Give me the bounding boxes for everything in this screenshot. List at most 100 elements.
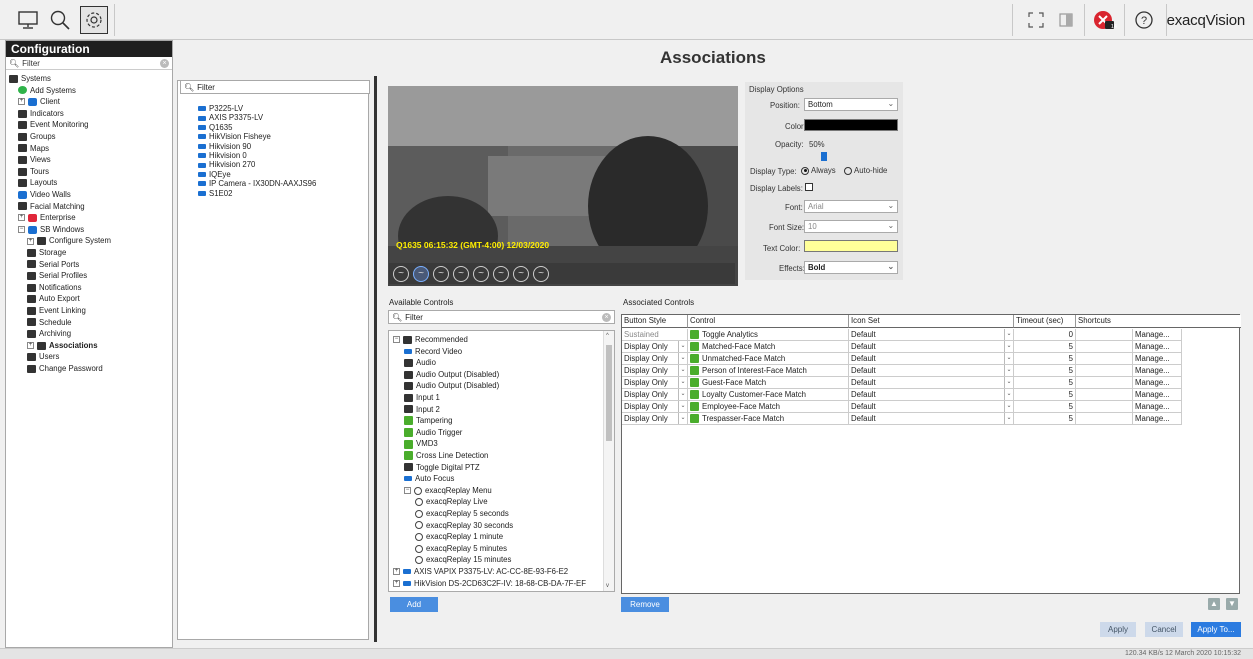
expand-icon[interactable]: − — [18, 226, 25, 234]
tree-item[interactable]: Change Password — [27, 363, 103, 375]
tree-item[interactable]: + Configure System — [27, 235, 111, 247]
expand-icon[interactable]: + — [18, 98, 25, 106]
table-row[interactable]: Display Only ⌄ Person of Interest-Face Mat… — [622, 365, 1239, 377]
table-row[interactable]: Display Only ⌄ Employee-Face Match Default ⌄… — [622, 401, 1239, 413]
manage-cell[interactable]: Manage... — [1133, 413, 1182, 425]
tree-item[interactable]: Serial Profiles — [27, 270, 87, 282]
tree-item[interactable]: Views — [18, 154, 51, 166]
remove-button[interactable]: Remove — [621, 597, 669, 612]
search-icon[interactable] — [46, 6, 74, 34]
config-filter-input[interactable]: 🔍︎ Filter × — [6, 57, 172, 70]
timeout-cell[interactable]: 0 — [1014, 329, 1076, 341]
tree-item[interactable]: + Client — [18, 96, 60, 108]
button-style-cell[interactable]: Display Only ⌄ — [622, 353, 688, 365]
tree-item[interactable]: Schedule — [27, 317, 72, 329]
control-item[interactable]: exacqReplay 5 minutes — [415, 543, 507, 555]
chevron-down-icon[interactable]: ⌄ — [678, 401, 687, 412]
notification-icon[interactable]: 14 — [1090, 6, 1118, 34]
control-cell[interactable]: Employee-Face Match — [688, 401, 849, 413]
tree-item[interactable]: Layouts — [18, 177, 57, 189]
tree-item[interactable]: Indicators — [18, 108, 64, 120]
column-header[interactable]: Timeout (sec) — [1014, 315, 1076, 328]
control-cell[interactable]: Loyalty Customer-Face Match — [688, 389, 849, 401]
tree-item[interactable]: Systems — [9, 73, 51, 85]
manage-cell[interactable]: Manage... — [1133, 377, 1182, 389]
control-item[interactable]: VMD3 — [404, 438, 438, 450]
move-up-icon[interactable]: ▲ — [1208, 598, 1220, 610]
control-item[interactable]: Input 1 — [404, 392, 440, 404]
icon-set-cell[interactable]: Default ⌄ — [849, 401, 1014, 413]
fullscreen-icon[interactable] — [1022, 6, 1050, 34]
move-down-icon[interactable]: ▼ — [1226, 598, 1238, 610]
clear-icon[interactable]: × — [602, 312, 611, 322]
table-row[interactable]: Display Only ⌄ Matched-Face Match Default ⌄ 5… — [622, 341, 1239, 353]
effects-select[interactable]: Bold ⌄ — [804, 261, 898, 274]
control-item[interactable]: Input 2 — [404, 404, 440, 416]
control-item[interactable]: exacqReplay 1 minute — [415, 531, 503, 543]
cancel-button[interactable]: Cancel — [1145, 622, 1183, 637]
analytics-button[interactable]: ~ — [513, 266, 529, 282]
manage-cell[interactable]: Manage... — [1133, 353, 1182, 365]
expand-icon[interactable]: + — [27, 237, 34, 245]
display-labels-checkbox[interactable] — [805, 183, 813, 191]
icon-set-cell[interactable]: Default ⌄ — [849, 353, 1014, 365]
control-item[interactable]: + AXIS VAPIX P3375-LV: AC-CC-8E-93-F6-E2 — [393, 566, 568, 578]
position-select[interactable]: Bottom ⌄ — [804, 98, 898, 111]
button-style-cell[interactable]: Display Only ⌄ — [622, 341, 688, 353]
icon-set-cell[interactable]: Default ⌄ — [849, 377, 1014, 389]
table-row[interactable]: Sustained Toggle Analytics Default ⌄ 0 Manage… — [622, 329, 1239, 341]
tree-item[interactable]: Event Monitoring — [18, 119, 89, 131]
available-scrollbar[interactable]: ^ v — [603, 331, 614, 591]
expand-icon[interactable]: − — [393, 336, 400, 344]
font-select[interactable]: Arial ⌄ — [804, 200, 898, 213]
control-cell[interactable]: Unmatched-Face Match — [688, 353, 849, 365]
timeout-cell[interactable]: 5 — [1014, 377, 1076, 389]
control-item[interactable]: + HikVision DS-2CD63C2F-IV: 18-68-CB-DA-7… — [393, 578, 586, 590]
manage-cell[interactable]: Manage... — [1133, 401, 1182, 413]
tree-item[interactable]: Video Walls — [18, 189, 71, 201]
icon-set-cell[interactable]: Default ⌄ — [849, 329, 1014, 341]
always-radio[interactable]: Always — [801, 166, 836, 175]
icon-set-cell[interactable]: Default ⌄ — [849, 341, 1014, 353]
help-icon[interactable]: ? — [1130, 6, 1158, 34]
timeout-cell[interactable]: 5 — [1014, 413, 1076, 425]
chevron-down-icon[interactable]: ⌄ — [678, 353, 687, 364]
tree-item[interactable]: Notifications — [27, 282, 81, 294]
analytics-button[interactable]: ~ — [433, 266, 449, 282]
control-item[interactable]: exacqReplay 30 seconds — [415, 520, 513, 532]
control-item[interactable]: Cross Line Detection — [404, 450, 488, 462]
control-item[interactable]: Audio Output (Disabled) — [404, 369, 499, 381]
tree-item[interactable]: + Enterprise — [18, 212, 76, 224]
column-header[interactable]: Button Style — [622, 315, 688, 328]
button-style-cell[interactable]: Display Only ⌄ — [622, 389, 688, 401]
button-style-cell[interactable]: Sustained — [622, 329, 688, 341]
chevron-down-icon[interactable]: ⌄ — [678, 365, 687, 376]
chevron-down-icon[interactable]: ⌄ — [1004, 365, 1013, 376]
control-cell[interactable]: Matched-Face Match — [688, 341, 849, 353]
control-item[interactable]: Audio — [404, 357, 436, 369]
column-header[interactable]: Control — [688, 315, 849, 328]
tree-item[interactable]: Tours — [18, 166, 49, 178]
control-item[interactable]: exacqReplay Live — [415, 496, 488, 508]
table-row[interactable]: Display Only ⌄ Unmatched-Face Match Default… — [622, 353, 1239, 365]
timeout-cell[interactable]: 5 — [1014, 353, 1076, 365]
analytics-button[interactable]: ~ — [493, 266, 509, 282]
manage-cell[interactable]: Manage... — [1133, 389, 1182, 401]
opacity-slider[interactable] — [821, 152, 827, 161]
table-row[interactable]: Display Only ⌄ Loyalty Customer-Face Match… — [622, 389, 1239, 401]
tree-item[interactable]: Add Systems — [18, 85, 76, 97]
analytics-button[interactable]: ~ — [473, 266, 489, 282]
analytics-button[interactable]: ~ — [453, 266, 469, 282]
chevron-down-icon[interactable]: ⌄ — [1004, 329, 1013, 340]
icon-set-cell[interactable]: Default ⌄ — [849, 413, 1014, 425]
control-cell[interactable]: Guest-Face Match — [688, 377, 849, 389]
control-item[interactable]: exacqReplay 15 minutes — [415, 554, 511, 566]
manage-cell[interactable]: Manage... — [1133, 365, 1182, 377]
autohide-radio[interactable]: Auto-hide — [844, 166, 887, 175]
control-item[interactable]: Record Video — [404, 346, 462, 358]
analytics-button[interactable]: ~ — [533, 266, 549, 282]
control-item[interactable]: Toggle Digital PTZ — [404, 462, 480, 474]
chevron-down-icon[interactable]: ⌄ — [678, 377, 687, 388]
control-item[interactable]: Auto Focus — [404, 473, 454, 485]
control-item[interactable]: − exacqReplay Menu — [404, 485, 492, 497]
